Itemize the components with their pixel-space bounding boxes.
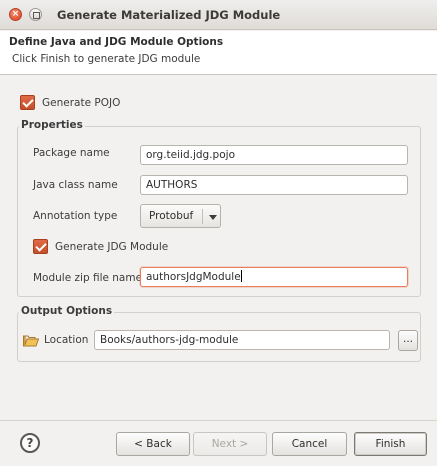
package-name-label: Package name [33,147,110,159]
generate-pojo-checkbox[interactable] [20,95,35,110]
properties-group-title: Properties [19,119,85,131]
window-titlebar: × Generate Materialized JDG Module [0,0,437,30]
location-input[interactable]: Books/authors-jdg-module [94,330,390,350]
annotation-type-value: Protobuf [149,210,194,222]
folder-open-icon [23,335,39,347]
finish-button[interactable]: Finish [354,432,427,456]
chevron-down-icon [209,215,217,220]
text-caret [240,270,242,282]
wizard-page-message: Click Finish to generate JDG module [12,53,201,65]
annotation-type-label: Annotation type [33,210,118,222]
window-maximize-button[interactable] [29,8,42,21]
package-name-input[interactable]: org.teiid.jdg.pojo [140,145,408,165]
wizard-header: Define Java and JDG Module Options Click… [0,31,437,75]
back-button[interactable]: < Back [116,432,190,456]
help-icon[interactable]: ? [20,433,40,453]
wizard-page-title: Define Java and JDG Module Options [9,36,224,48]
window-close-button[interactable]: × [9,8,22,21]
module-zip-file-name-input[interactable]: authorsJdgModule [140,267,408,287]
generate-pojo-label[interactable]: Generate POJO [42,97,120,109]
dropdown-separator [202,209,203,224]
browse-button[interactable]: ... [398,330,418,351]
window-title: Generate Materialized JDG Module [57,8,281,22]
annotation-type-dropdown[interactable]: Protobuf [140,204,221,228]
button-bar-separator [0,420,437,421]
module-zip-file-name-value: authorsJdgModule [146,271,241,283]
generate-jdg-module-label[interactable]: Generate JDG Module [55,241,168,253]
java-class-name-input[interactable]: AUTHORS [140,175,408,195]
java-class-name-label: Java class name [33,179,118,191]
module-zip-file-name-label: Module zip file name [33,272,143,284]
generate-jdg-module-checkbox[interactable] [33,239,48,254]
next-button[interactable]: Next > [193,432,267,456]
output-options-group-title: Output Options [19,305,115,317]
location-label: Location [44,334,89,346]
cancel-button[interactable]: Cancel [272,432,347,456]
